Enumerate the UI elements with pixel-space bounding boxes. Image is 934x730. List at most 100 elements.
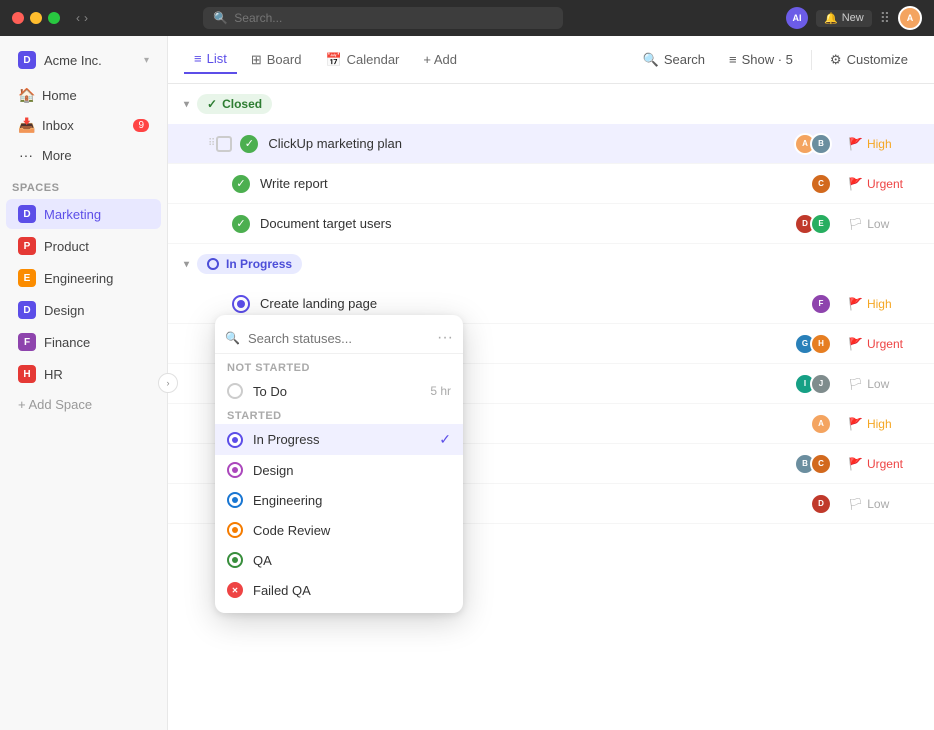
sidebar-item-finance[interactable]: F Finance <box>6 327 161 357</box>
show-button[interactable]: ≡ Show · 5 <box>719 47 803 72</box>
sidebar-item-inbox[interactable]: 📥 Inbox 9 <box>6 111 161 140</box>
flag-icon: 🚩 <box>848 137 863 151</box>
priority-badge: 🚩 High <box>848 417 918 431</box>
avatar: F <box>810 293 832 315</box>
forward-arrow-icon[interactable]: › <box>84 11 88 25</box>
table-row[interactable]: ⠿ ✓ ClickUp marketing plan A B 🚩 High <box>168 124 934 164</box>
more-icon: ··· <box>18 147 34 163</box>
status-circle-icon <box>227 462 243 478</box>
status-option-label: QA <box>253 553 272 568</box>
maximize-window-btn[interactable] <box>48 12 60 24</box>
sidebar-item-engineering[interactable]: E Engineering <box>6 263 161 293</box>
add-space-button[interactable]: + Add Space <box>6 391 161 418</box>
sidebar-item-marketing[interactable]: D Marketing <box>6 199 161 229</box>
sidebar-item-marketing-label: Marketing <box>44 207 101 222</box>
status-option-todo[interactable]: To Do 5 hr <box>215 376 463 406</box>
check-icon: ✓ <box>207 97 217 111</box>
board-icon: ⊞ <box>251 52 262 68</box>
status-option-label: Design <box>253 463 293 478</box>
status-option-design[interactable]: Design <box>215 455 463 485</box>
status-option-failed-qa[interactable]: ✕ Failed QA <box>215 575 463 605</box>
dropdown-section-started: STARTED <box>215 406 463 424</box>
minimize-window-btn[interactable] <box>30 12 42 24</box>
tab-board[interactable]: ⊞ Board <box>241 46 312 74</box>
tab-calendar[interactable]: 📅 Calendar <box>315 46 409 74</box>
task-avatars: G H <box>794 333 832 355</box>
task-avatars: D E <box>794 213 832 235</box>
status-option-code-review[interactable]: Code Review <box>215 515 463 545</box>
status-circle-icon <box>227 432 243 448</box>
status-circle-icon: ✕ <box>227 582 243 598</box>
priority-badge: 🚩 Urgent <box>848 177 918 191</box>
sidebar-item-hr-label: HR <box>44 367 63 382</box>
app-body: D Acme Inc. ▾ 🏠 Home 📥 Inbox 9 ··· More … <box>0 36 934 730</box>
hr-space-icon: H <box>18 365 36 383</box>
sidebar-item-hr[interactable]: H HR <box>6 359 161 389</box>
status-search-input[interactable] <box>248 331 429 346</box>
search-icon: 🔍 <box>643 52 659 68</box>
tab-list[interactable]: ≡ List <box>184 45 237 74</box>
back-arrow-icon[interactable]: ‹ <box>76 11 80 25</box>
new-button[interactable]: 🔔 New <box>816 10 872 27</box>
status-option-engineering[interactable]: Engineering <box>215 485 463 515</box>
grid-icon[interactable]: ⠿ <box>880 10 890 27</box>
priority-badge: 🏳 Low <box>848 497 918 511</box>
marketing-space-icon: D <box>18 205 36 223</box>
status-option-label: To Do <box>253 384 287 399</box>
avatar: D <box>810 493 832 515</box>
tab-add[interactable]: + Add <box>413 46 467 73</box>
ai-button[interactable]: AI <box>786 7 808 29</box>
priority-badge: 🚩 Urgent <box>848 457 918 471</box>
avatar: C <box>810 173 832 195</box>
table-row[interactable]: ✓ Document target users D E 🏳 Low <box>168 204 934 244</box>
status-option-label: Failed QA <box>253 583 311 598</box>
flag-icon: 🏳 <box>848 497 863 511</box>
sidebar-toggle-button[interactable]: › <box>158 373 178 393</box>
task-status-icon[interactable]: ✓ <box>240 135 258 153</box>
task-status-icon[interactable] <box>232 295 250 313</box>
status-circle-icon <box>227 492 243 508</box>
search-icon: 🔍 <box>213 11 228 25</box>
search-button[interactable]: 🔍 Search <box>633 47 715 73</box>
customize-button[interactable]: ⚙ Customize <box>820 47 918 73</box>
status-option-qa[interactable]: QA <box>215 545 463 575</box>
sidebar-item-more[interactable]: ··· More <box>6 141 161 169</box>
sidebar-item-home[interactable]: 🏠 Home <box>6 81 161 110</box>
product-space-icon: P <box>18 237 36 255</box>
sidebar-item-design[interactable]: D Design <box>6 295 161 325</box>
flag-icon: 🏳 <box>848 217 863 231</box>
user-avatar[interactable]: A <box>898 6 922 30</box>
sidebar-item-inbox-label: Inbox <box>42 118 74 133</box>
task-avatars: C <box>810 173 832 195</box>
workspace-icon: D <box>18 51 36 69</box>
sidebar-nav: 🏠 Home 📥 Inbox 9 ··· More <box>0 76 167 174</box>
task-status-icon[interactable]: ✓ <box>232 175 250 193</box>
global-search-bar[interactable]: 🔍 <box>203 7 563 29</box>
avatar: E <box>810 213 832 235</box>
dropdown-section-not-started: NOT STARTED <box>215 358 463 376</box>
avatar: J <box>810 373 832 395</box>
check-icon: ✓ <box>439 431 451 448</box>
task-name: Write report <box>260 176 810 191</box>
section-closed-header[interactable]: ▾ ✓ Closed <box>168 84 934 124</box>
close-window-btn[interactable] <box>12 12 24 24</box>
workspace-switcher[interactable]: D Acme Inc. ▾ <box>6 45 161 75</box>
flag-icon: 🚩 <box>848 337 863 351</box>
sidebar-item-product[interactable]: P Product <box>6 231 161 261</box>
spaces-header: Spaces <box>0 174 167 198</box>
finance-space-icon: F <box>18 333 36 351</box>
task-name: Document target users <box>260 216 794 231</box>
sidebar-item-design-label: Design <box>44 303 84 318</box>
priority-badge: 🏳 Low <box>848 377 918 391</box>
add-space-label: + Add Space <box>18 397 92 412</box>
task-avatars: F <box>810 293 832 315</box>
sidebar-item-product-label: Product <box>44 239 89 254</box>
task-status-icon[interactable]: ✓ <box>232 215 250 233</box>
status-option-in-progress[interactable]: In Progress ✓ <box>215 424 463 455</box>
section-inprogress-header[interactable]: ▾ In Progress <box>168 244 934 284</box>
dropdown-more-icon[interactable]: ··· <box>437 329 453 347</box>
global-search-input[interactable] <box>234 11 553 25</box>
table-row[interactable]: ✓ Write report C 🚩 Urgent <box>168 164 934 204</box>
task-checkbox[interactable] <box>216 136 232 152</box>
status-circle-icon <box>227 552 243 568</box>
